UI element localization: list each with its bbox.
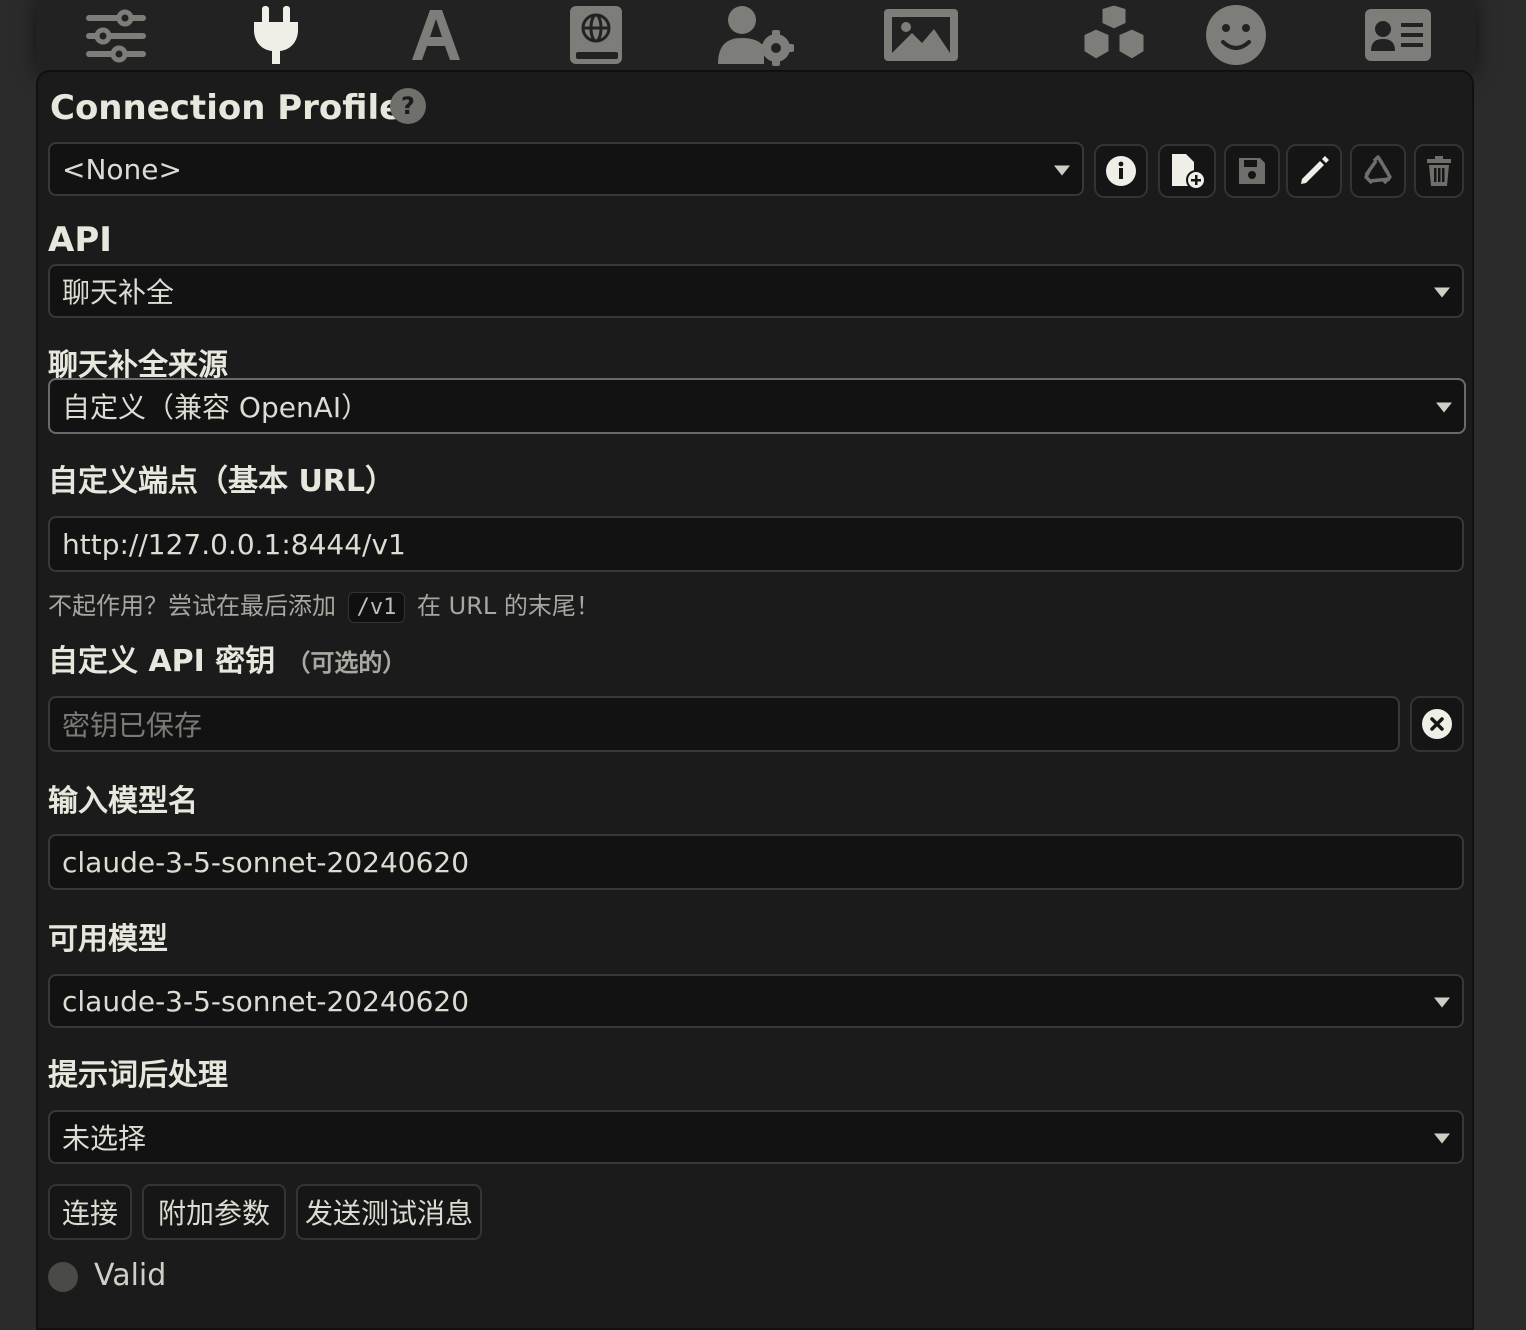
api-key-heading: 自定义 API 密钥 — [48, 644, 276, 679]
settings-panel: Connection Profile ? <None> API 聊天补全 聊天补… — [36, 70, 1474, 1330]
image-icon[interactable] — [871, 0, 971, 70]
available-models-heading: 可用模型 — [48, 922, 168, 957]
clear-key-button[interactable] — [1410, 696, 1464, 752]
close-circle-icon — [1422, 709, 1452, 739]
pencil-icon — [1301, 156, 1329, 184]
api-key-placeholder: 密钥已保存 — [62, 709, 203, 742]
model-name-input[interactable]: claude-3-5-sonnet-20240620 — [48, 834, 1464, 890]
status-text: Valid — [94, 1258, 167, 1293]
api-key-heading-row: 自定义 API 密钥 （可选的） — [48, 636, 406, 680]
chevron-down-icon — [1054, 165, 1070, 176]
available-models-select[interactable]: claude-3-5-sonnet-20240620 — [48, 974, 1464, 1028]
id-card-icon[interactable] — [1348, 0, 1448, 70]
user-gear-icon[interactable] — [706, 0, 806, 70]
cubes-icon[interactable] — [1064, 0, 1164, 70]
endpoint-hint-before: 不起作用？尝试在最后添加 — [48, 592, 336, 620]
endpoint-value: http://127.0.0.1:8444/v1 — [62, 527, 406, 561]
sliders-icon[interactable] — [66, 0, 166, 70]
chevron-down-icon — [1434, 1133, 1450, 1144]
profile-save-button[interactable] — [1224, 144, 1280, 198]
chevron-down-icon — [1436, 402, 1452, 413]
font-icon[interactable] — [386, 0, 486, 70]
smile-icon[interactable] — [1186, 0, 1286, 70]
chevron-down-icon — [1434, 287, 1450, 298]
save-icon — [1239, 158, 1265, 184]
connect-button[interactable]: 连接 — [48, 1184, 132, 1240]
model-name-value: claude-3-5-sonnet-20240620 — [62, 845, 470, 879]
endpoint-input[interactable]: http://127.0.0.1:8444/v1 — [48, 516, 1464, 572]
profile-new-button[interactable] — [1158, 144, 1216, 198]
available-models-value: claude-3-5-sonnet-20240620 — [62, 984, 470, 1018]
help-icon-glyph: ? — [401, 92, 415, 120]
extra-params-button[interactable]: 附加参数 — [142, 1184, 286, 1240]
api-heading: API — [48, 220, 112, 260]
api-key-input[interactable]: 密钥已保存 — [48, 696, 1400, 752]
connection-profile-value: <None> — [62, 152, 182, 186]
trash-icon — [1427, 156, 1451, 186]
recycle-icon — [1364, 155, 1392, 185]
post-processing-value: 未选择 — [62, 1122, 147, 1155]
chevron-down-icon — [1434, 997, 1450, 1008]
endpoint-heading: 自定义端点（基本 URL） — [48, 464, 396, 499]
post-processing-heading: 提示词后处理 — [48, 1058, 228, 1093]
plug-icon[interactable] — [226, 0, 326, 70]
connection-profile-heading: Connection Profile — [50, 88, 403, 128]
endpoint-hint-code: /v1 — [347, 592, 406, 623]
info-icon — [1106, 156, 1136, 186]
api-select[interactable]: 聊天补全 — [48, 264, 1464, 318]
chat-source-value: 自定义（兼容 OpenAI） — [62, 391, 370, 424]
api-key-optional: （可选的） — [286, 649, 407, 677]
send-test-message-button[interactable]: 发送测试消息 — [296, 1184, 482, 1240]
post-processing-select[interactable]: 未选择 — [48, 1110, 1464, 1164]
book-globe-icon[interactable] — [546, 0, 646, 70]
chat-source-select[interactable]: 自定义（兼容 OpenAI） — [48, 378, 1466, 434]
profile-delete-button[interactable] — [1414, 144, 1464, 198]
help-icon[interactable]: ? — [390, 88, 426, 124]
profile-info-button[interactable] — [1094, 144, 1148, 198]
top-nav-bar — [36, 0, 1476, 72]
endpoint-hint-after: 在 URL 的末尾！ — [417, 592, 600, 620]
file-plus-icon — [1172, 154, 1206, 190]
profile-edit-button[interactable] — [1286, 144, 1342, 198]
model-input-heading: 输入模型名 — [48, 784, 198, 819]
status-dot — [48, 1262, 78, 1292]
api-value: 聊天补全 — [62, 276, 175, 309]
connection-profile-select[interactable]: <None> — [48, 142, 1084, 196]
endpoint-hint: 不起作用？尝试在最后添加 /v1 在 URL 的末尾！ — [48, 586, 600, 623]
profile-reload-button[interactable] — [1350, 144, 1406, 198]
